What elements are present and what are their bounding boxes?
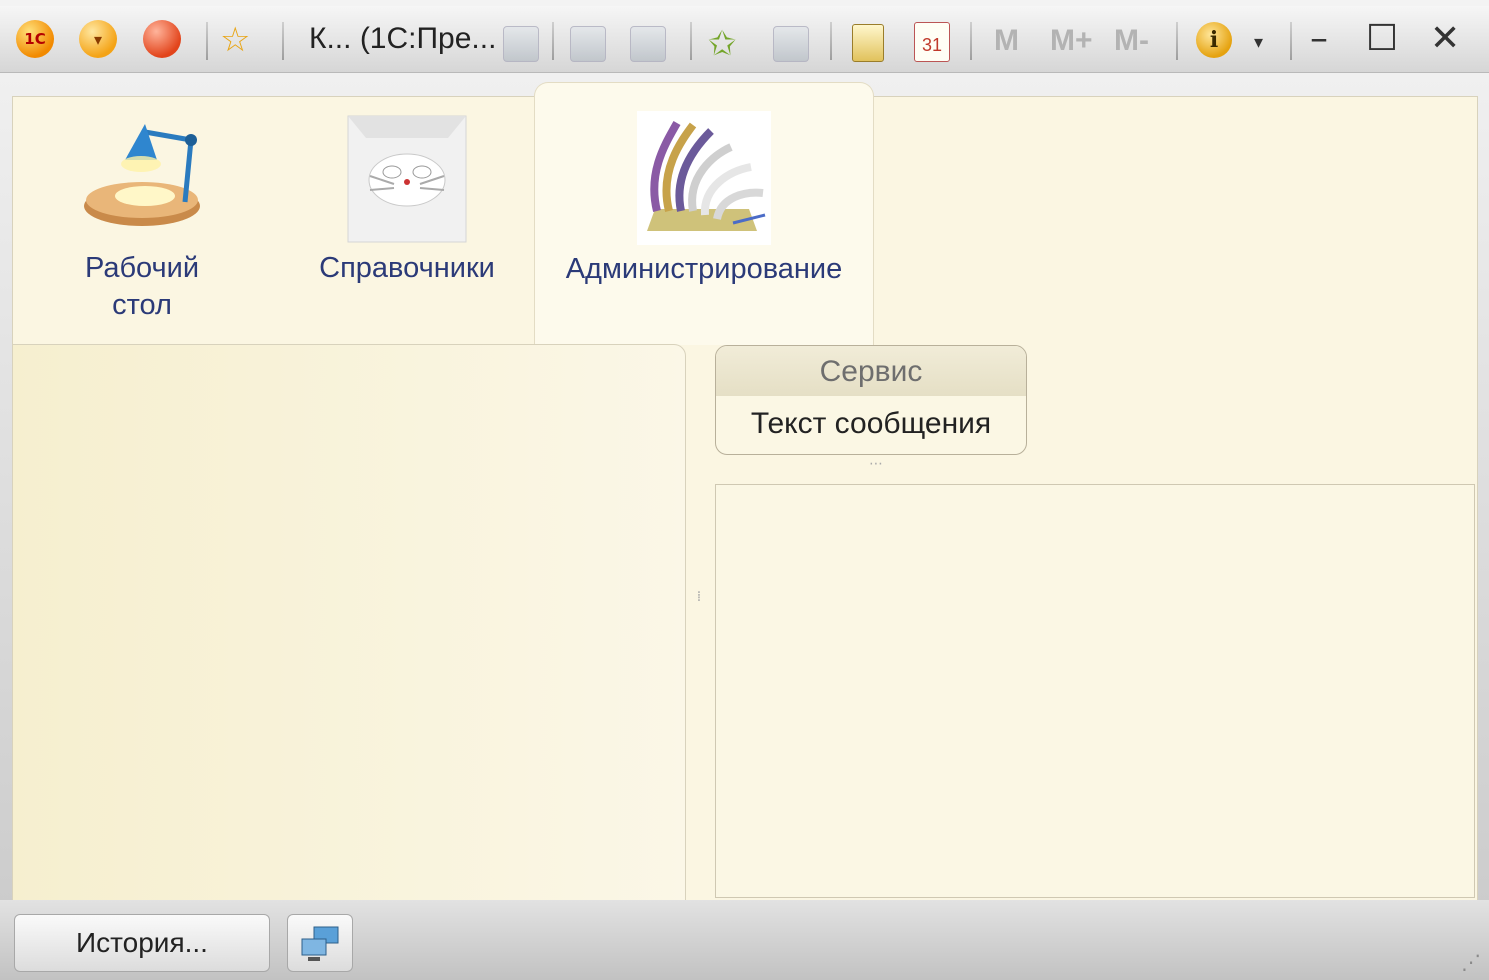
memory-minus-button[interactable]: M-	[1114, 24, 1149, 58]
print-preview-icon[interactable]	[630, 26, 666, 62]
favorites-list-icon[interactable]	[773, 26, 809, 62]
favorites-star-icon[interactable]: ☆	[220, 20, 250, 60]
service-panel: Сервис Текст сообщения	[715, 345, 1027, 455]
application-window: 1С ▾ ☆ К... (1С:Пре... ✩ 31 M M+ M- i ▾ …	[0, 0, 1489, 980]
print-icon[interactable]	[570, 26, 606, 62]
toolbar-separator	[552, 22, 554, 60]
section-label: Администрирование	[565, 253, 843, 285]
memory-button[interactable]: M	[994, 24, 1019, 58]
toolbar-separator	[1290, 22, 1292, 60]
sections-panel: Рабочий стол Справочники Администрирован…	[12, 82, 1476, 345]
vertical-splitter[interactable]: ⁞	[693, 584, 705, 654]
minimize-button[interactable]: –	[1310, 18, 1328, 59]
horizontal-splitter[interactable]: ⋯	[840, 456, 930, 472]
cat-book-icon	[347, 115, 467, 243]
resize-grip-icon[interactable]: ⋰	[1461, 950, 1481, 974]
toolbar-separator	[206, 22, 208, 60]
history-button[interactable]: История...	[14, 914, 270, 972]
toolbar-separator	[830, 22, 832, 60]
title-bar: 1С ▾ ☆ К... (1С:Пре... ✩ 31 M M+ M- i ▾ …	[0, 6, 1489, 73]
1c-logo-icon[interactable]: 1С	[16, 20, 54, 58]
desk-lamp-icon	[84, 124, 200, 226]
window-title: К... (1С:Пре...	[309, 22, 497, 55]
memory-plus-button[interactable]: M+	[1050, 24, 1093, 58]
toolbar-separator	[282, 22, 284, 60]
toolbar-separator	[970, 22, 972, 60]
info-dropdown-icon[interactable]: ▾	[1254, 32, 1263, 53]
service-message[interactable]: Текст сообщения	[716, 396, 1026, 452]
calculator-icon[interactable]	[852, 24, 884, 62]
service-panel-header[interactable]: Сервис	[716, 346, 1026, 396]
maximize-button[interactable]: ☐	[1366, 18, 1398, 59]
section-desktop[interactable]: Рабочий стол	[52, 96, 232, 344]
functions-panel	[12, 344, 686, 902]
connections-button[interactable]	[287, 914, 353, 972]
section-catalogs[interactable]: Справочники	[297, 96, 517, 344]
section-label: Рабочий стол	[84, 252, 200, 321]
stop-icon[interactable]	[143, 20, 181, 58]
rolodex-icon	[637, 111, 771, 245]
info-icon[interactable]: i	[1196, 22, 1232, 58]
toolbar-separator	[690, 22, 692, 60]
close-button[interactable]: ✕	[1430, 18, 1460, 59]
save-icon[interactable]	[503, 26, 539, 62]
section-label: Справочники	[319, 252, 495, 284]
add-favorite-icon[interactable]: ✩	[708, 24, 737, 64]
work-area-panel	[715, 484, 1475, 898]
calendar-icon[interactable]: 31	[914, 22, 950, 62]
section-administration[interactable]: Администрирование	[534, 82, 874, 345]
main-menu-button[interactable]: ▾	[79, 20, 117, 58]
network-computers-icon	[301, 926, 339, 961]
toolbar-separator	[1176, 22, 1178, 60]
